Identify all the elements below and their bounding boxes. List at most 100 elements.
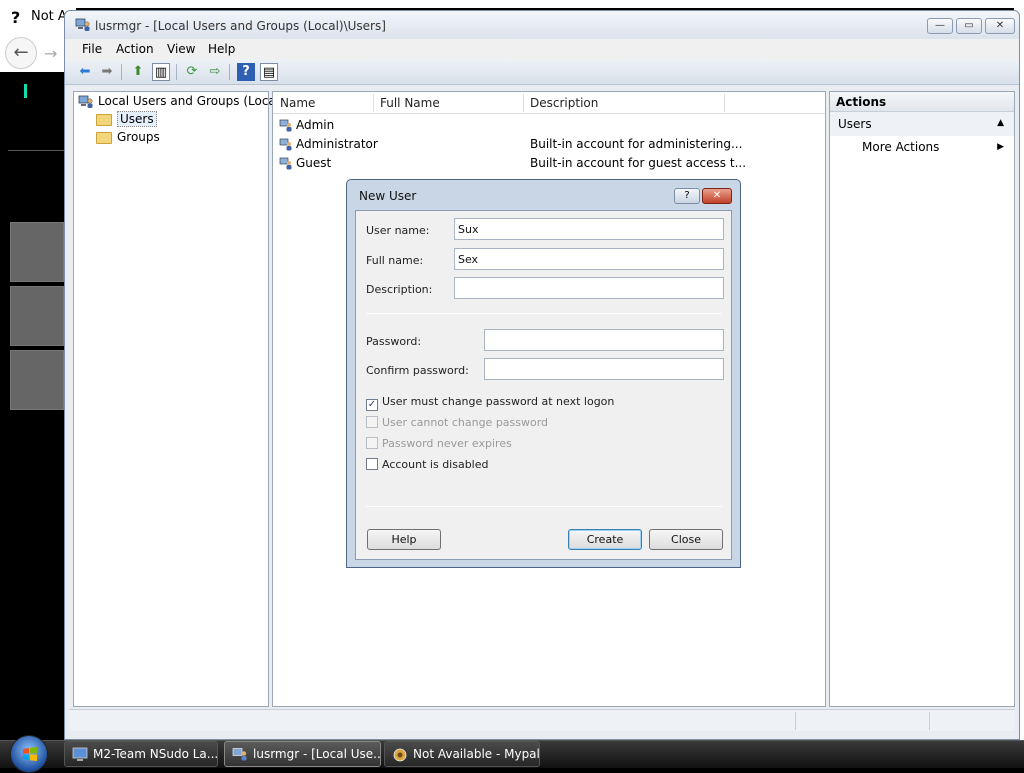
help-button[interactable]: Help bbox=[367, 529, 441, 550]
nsudo-app-icon bbox=[72, 747, 88, 761]
taskbar-item-label: Not Available - Mypal bbox=[413, 747, 540, 761]
taskbar-item-label: M2-Team NSudo La... bbox=[93, 747, 218, 761]
forward-arrow-icon[interactable]: → bbox=[44, 44, 57, 63]
sidebar-tile[interactable] bbox=[10, 222, 64, 282]
column-header-name[interactable]: Name bbox=[280, 96, 315, 110]
close-button[interactable]: ✕ bbox=[985, 18, 1015, 34]
checkbox-icon[interactable] bbox=[366, 458, 378, 470]
column-separator[interactable] bbox=[724, 94, 725, 112]
column-separator[interactable] bbox=[373, 94, 374, 112]
console-tree-pane: Local Users and Groups (Local) Users Gro… bbox=[73, 91, 284, 707]
windows-logo-icon bbox=[23, 747, 37, 761]
user-name-cell: Admin bbox=[296, 118, 335, 132]
taskbar-item-mypal[interactable]: Not Available - Mypal bbox=[384, 741, 540, 767]
dialog-close-button[interactable]: ✕ bbox=[702, 188, 732, 204]
folder-icon bbox=[96, 131, 112, 144]
description-cell: Built-in account for guest access t... bbox=[530, 156, 747, 170]
checkbox-label: Account is disabled bbox=[382, 458, 489, 471]
column-separator[interactable] bbox=[523, 94, 524, 112]
back-arrow-icon[interactable]: ← bbox=[5, 37, 37, 69]
dialog-help-question-icon[interactable]: ? bbox=[674, 188, 700, 204]
table-row[interactable]: Administrator Built-in account for admin… bbox=[273, 135, 825, 154]
sidebar-divider bbox=[8, 150, 64, 151]
start-button[interactable] bbox=[10, 735, 48, 773]
toolbar-separator bbox=[176, 64, 177, 80]
tree-root-label: Local Users and Groups (Local) bbox=[98, 94, 284, 108]
password-never-expires-checkbox: Password never expires bbox=[366, 437, 512, 450]
forward-arrow-icon[interactable]: ➡ bbox=[98, 63, 116, 81]
checkbox-icon bbox=[366, 416, 378, 428]
taskbar-item-lusrmgr[interactable]: lusrmgr - [Local Use... bbox=[224, 741, 381, 767]
tree-node-label: Groups bbox=[117, 130, 160, 144]
user-name-cell: Administrator bbox=[296, 137, 378, 151]
actions-section-users[interactable]: Users ▲ bbox=[830, 112, 1014, 136]
menu-view[interactable]: View bbox=[167, 42, 195, 56]
browser-sidebar bbox=[0, 72, 64, 740]
column-header-description[interactable]: Description bbox=[530, 96, 598, 110]
user-icon bbox=[279, 119, 292, 132]
more-actions-item[interactable]: More Actions bbox=[862, 140, 939, 154]
tree-node-groups[interactable]: Groups bbox=[96, 130, 160, 144]
export-list-icon[interactable]: ⇨ bbox=[206, 63, 224, 81]
taskbar-item-label: lusrmgr - [Local Use... bbox=[253, 747, 381, 761]
up-folder-icon[interactable]: ⬆ bbox=[129, 63, 147, 81]
checkbox-checked-icon[interactable]: ✓ bbox=[366, 399, 378, 411]
question-icon: ? bbox=[11, 8, 21, 27]
cannot-change-password-checkbox: User cannot change password bbox=[366, 416, 548, 429]
description-input[interactable] bbox=[454, 277, 724, 299]
show-hide-action-pane-icon[interactable]: ▤ bbox=[260, 63, 278, 81]
user-icon bbox=[279, 157, 292, 170]
actions-section-label: Users bbox=[838, 117, 872, 131]
full-name-input[interactable] bbox=[454, 248, 724, 270]
browser-top-strip bbox=[0, 0, 1024, 8]
help-icon[interactable]: ? bbox=[237, 63, 255, 81]
back-arrow-icon[interactable]: ⬅ bbox=[76, 63, 94, 81]
account-disabled-checkbox[interactable]: Account is disabled bbox=[366, 458, 489, 471]
window-titlebar[interactable]: lusrmgr - [Local Users and Groups (Local… bbox=[65, 11, 1019, 39]
mypal-browser-icon bbox=[393, 748, 407, 762]
sidebar-tile[interactable] bbox=[10, 286, 64, 346]
confirm-password-input[interactable] bbox=[484, 358, 724, 380]
full-name-label: Full name: bbox=[366, 254, 424, 267]
submenu-arrow-icon[interactable]: ▶ bbox=[997, 142, 1004, 152]
password-label: Password: bbox=[366, 335, 422, 348]
menu-help[interactable]: Help bbox=[208, 42, 235, 56]
close-dialog-button[interactable]: Close bbox=[649, 529, 723, 550]
toolbar-separator bbox=[121, 64, 122, 80]
maximize-button[interactable]: ▭ bbox=[956, 18, 982, 34]
user-name-label: User name: bbox=[366, 224, 430, 237]
tree-root-local-users-groups[interactable]: Local Users and Groups (Local) bbox=[78, 94, 284, 109]
dialog-titlebar[interactable]: New User ? ✕ bbox=[347, 180, 740, 208]
tree-node-users[interactable]: Users bbox=[96, 111, 157, 127]
toolbar: ⬅ ➡ ⬆ ▥ ⟳ ⇨ ? ▤ bbox=[65, 59, 1019, 85]
tree-node-label: Users bbox=[117, 111, 157, 127]
show-hide-tree-icon[interactable]: ▥ bbox=[152, 63, 170, 81]
minimize-button[interactable]: — bbox=[927, 18, 953, 34]
table-row[interactable]: Admin bbox=[273, 116, 825, 135]
create-button[interactable]: Create bbox=[568, 529, 642, 550]
sidebar-tile[interactable] bbox=[10, 350, 64, 410]
checkbox-label: User must change password at next logon bbox=[382, 395, 615, 408]
user-name-input[interactable] bbox=[454, 218, 724, 240]
status-separator bbox=[929, 712, 930, 730]
checkbox-icon bbox=[366, 437, 378, 449]
taskbar: M2-Team NSudo La... lusrmgr - [Local Use… bbox=[0, 735, 1024, 773]
actions-pane: Actions Users ▲ More Actions ▶ bbox=[829, 91, 1015, 707]
sidebar-indicator bbox=[24, 84, 27, 98]
password-input[interactable] bbox=[484, 329, 724, 351]
column-header-full-name[interactable]: Full Name bbox=[380, 96, 440, 110]
description-cell: Built-in account for administering... bbox=[530, 137, 743, 151]
menu-action[interactable]: Action bbox=[116, 42, 154, 56]
window-title: lusrmgr - [Local Users and Groups (Local… bbox=[95, 19, 386, 33]
checkbox-label: User cannot change password bbox=[382, 416, 549, 429]
user-icon bbox=[279, 138, 292, 151]
must-change-password-checkbox[interactable]: ✓ User must change password at next logon bbox=[366, 395, 614, 411]
user-name-cell: Guest bbox=[296, 156, 332, 170]
menu-file[interactable]: File bbox=[82, 42, 102, 56]
taskbar-item-nsudo[interactable]: M2-Team NSudo La... bbox=[64, 741, 218, 767]
table-row[interactable]: Guest Built-in account for guest access … bbox=[273, 154, 825, 173]
refresh-icon[interactable]: ⟳ bbox=[183, 63, 201, 81]
description-label: Description: bbox=[366, 283, 433, 296]
collapse-arrow-icon[interactable]: ▲ bbox=[997, 118, 1004, 128]
confirm-password-label: Confirm password: bbox=[366, 364, 469, 377]
